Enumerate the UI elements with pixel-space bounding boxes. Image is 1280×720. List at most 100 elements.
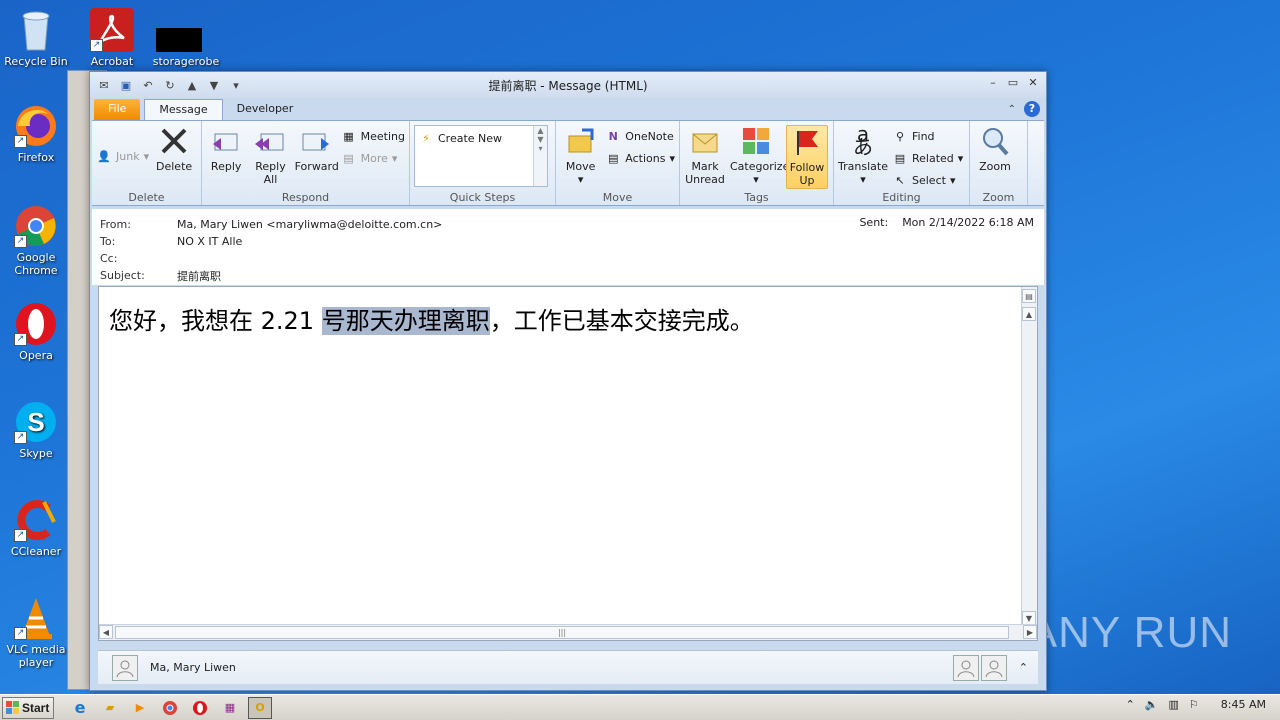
title-bar: ✉ ▣ ↶ ↻ ▲ ▼ ▾ 提前离职 - Message (HTML) – ▭ … — [90, 72, 1046, 98]
taskbar-explorer-icon[interactable]: ▰ — [98, 697, 122, 719]
related-button[interactable]: ▤ Related ▾ — [892, 149, 964, 167]
zoom-button[interactable]: Zoom — [974, 125, 1016, 189]
desktop-icon-ccleaner[interactable]: ↗ CCleaner — [0, 498, 72, 558]
tab-developer[interactable]: Developer — [223, 99, 308, 120]
action-center-flag-icon[interactable]: ⚐ — [1189, 698, 1199, 711]
select-button[interactable]: ↖ Select ▾ — [892, 171, 963, 189]
taskbar-opera-icon[interactable] — [188, 697, 212, 719]
desktop-icon-chrome[interactable]: ↗ Google Chrome — [0, 204, 72, 277]
reply-all-icon — [254, 125, 286, 157]
ribbon: 👤 Junk ▾ Delete Delete Reply Reply All F… — [92, 120, 1044, 206]
minimize-icon[interactable]: – — [986, 77, 1000, 89]
collapse-ribbon-icon[interactable]: ⌃ — [1008, 104, 1016, 115]
svg-text:S: S — [27, 407, 44, 437]
from-value[interactable]: Ma, Mary Liwen <maryliwma@deloitte.com.c… — [177, 218, 442, 231]
close-icon[interactable]: ✕ — [1026, 77, 1040, 89]
translate-icon: aあ — [853, 122, 873, 159]
more-button[interactable]: ▤ More ▾ — [341, 149, 405, 167]
group-zoom: Zoom Zoom — [970, 121, 1028, 205]
chrome-icon: ↗ — [14, 204, 58, 248]
acrobat-icon: ↗ — [90, 8, 134, 52]
scroll-right-icon[interactable]: ▶ — [1023, 625, 1037, 639]
quick-steps-scroll[interactable]: ▲ ▼ ▾ — [533, 126, 547, 186]
junk-button[interactable]: 👤 Junk ▾ — [96, 147, 149, 165]
scroll-up-icon[interactable]: ▲ — [1022, 307, 1036, 321]
tray-expand-icon[interactable]: ⌃ — [1126, 698, 1135, 711]
skype-icon: S ↗ — [14, 400, 58, 444]
desktop-icon-vlc[interactable]: ↗ VLC media player — [0, 596, 72, 669]
scroll-thumb[interactable]: ||| — [115, 626, 1009, 639]
desktop-icon-storagerobe[interactable]: storagerobe — [150, 8, 222, 68]
desktop-icon-skype[interactable]: S ↗ Skype — [0, 400, 72, 460]
taskbar: Start e ▰ ▶ ▦ O ⌃ 🔈 ▥ ⚐ 8:45 AM — [0, 694, 1280, 720]
desktop-icon-firefox[interactable]: ↗ Firefox — [0, 104, 72, 164]
actions-button[interactable]: ▤ Actions ▾ — [605, 149, 675, 167]
ribbon-tabs: File Message Developer ⌃ ? — [90, 98, 1046, 120]
start-button[interactable]: Start — [2, 696, 54, 719]
watermark: ANY RUN — [1027, 608, 1232, 657]
find-button[interactable]: ⚲ Find — [892, 127, 963, 145]
mark-unread-button[interactable]: Mark Unread — [684, 125, 726, 189]
meeting-button[interactable]: ▦ Meeting — [341, 127, 405, 145]
translate-button[interactable]: aあ Translate ▾ — [838, 122, 888, 189]
expand-people-pane-icon[interactable]: ⌃ — [1019, 661, 1028, 674]
subject-label: Subject: — [100, 269, 145, 282]
follow-up-button[interactable]: Follow Up — [786, 125, 828, 189]
reply-button[interactable]: Reply — [206, 125, 246, 189]
onenote-icon: N — [608, 129, 618, 143]
contact-avatar-2[interactable] — [980, 654, 1007, 681]
group-tags: Mark Unread Categorize ▾ Follow Up Tags — [680, 121, 834, 205]
desktop-icon-recycle-bin[interactable]: Recycle Bin — [0, 8, 72, 68]
message-text[interactable]: 您好，我想在 2.21 号那天办理离职，工作已基本交接完成。 — [109, 301, 754, 336]
reply-all-button[interactable]: Reply All — [250, 125, 290, 189]
avatar[interactable] — [112, 654, 138, 681]
people-pane-name[interactable]: Ma, Mary Liwen — [150, 661, 236, 674]
onenote-button[interactable]: N OneNote — [605, 127, 675, 145]
envelope-icon — [689, 125, 721, 157]
vertical-scrollbar[interactable]: ▤ ▲ ▼ — [1021, 287, 1037, 625]
taskbar-ie-icon[interactable]: e — [68, 697, 92, 719]
desktop-icon-acrobat[interactable]: ↗ Acrobat — [76, 8, 148, 68]
message-body[interactable]: 您好，我想在 2.21 号那天办理离职，工作已基本交接完成。 ▤ ▲ ▼ ◀ |… — [98, 286, 1038, 641]
desktop-icon-opera[interactable]: ↗ Opera — [0, 302, 72, 362]
vlc-icon: ↗ — [14, 596, 58, 640]
tab-message[interactable]: Message — [144, 99, 223, 120]
taskbar-media-player-icon[interactable]: ▶ — [128, 697, 152, 719]
subject-value: 提前离职 — [177, 269, 221, 283]
delete-button[interactable]: Delete — [153, 125, 195, 189]
group-quick-steps: ⚡ Create New ▲ ▼ ▾ Quick Steps — [410, 121, 556, 205]
network-icon[interactable]: ▥ — [1169, 698, 1179, 711]
taskbar-outlook-icon[interactable]: O — [248, 696, 272, 719]
sent-label: Sent: — [859, 216, 889, 229]
scroll-down-icon[interactable]: ▼ — [1022, 611, 1036, 625]
forward-button[interactable]: Forward — [295, 125, 339, 189]
firefox-icon: ↗ — [14, 104, 58, 148]
ruler-icon[interactable]: ▤ — [1022, 289, 1036, 303]
contact-avatar-1[interactable] — [952, 654, 979, 681]
from-label: From: — [100, 218, 131, 231]
flag-icon — [791, 126, 823, 158]
system-tray: ⌃ 🔈 ▥ ⚐ 8:45 AM — [1126, 698, 1274, 711]
scroll-left-icon[interactable]: ◀ — [99, 625, 113, 639]
move-folder-icon — [565, 125, 597, 157]
taskbar-chrome-icon[interactable] — [158, 697, 182, 719]
categorize-button[interactable]: Categorize ▾ — [730, 125, 789, 189]
maximize-icon[interactable]: ▭ — [1006, 77, 1020, 89]
volume-icon[interactable]: 🔈 — [1145, 698, 1159, 711]
create-new-quick-step[interactable]: ⚡ Create New — [418, 129, 544, 147]
ccleaner-icon: ↗ — [14, 498, 58, 542]
taskbar-winrar-icon[interactable]: ▦ — [218, 697, 242, 719]
sent-value: Mon 2/14/2022 6:18 AM — [902, 216, 1034, 229]
help-icon[interactable]: ? — [1024, 101, 1040, 117]
clock[interactable]: 8:45 AM — [1221, 698, 1266, 711]
group-editing: aあ Translate ▾ ⚲ Find ▤ Related ▾ ↖ Select… — [834, 121, 970, 205]
horizontal-scrollbar[interactable]: ◀ ||| ▶ — [99, 624, 1037, 640]
quick-steps-gallery[interactable]: ⚡ Create New ▲ ▼ ▾ — [414, 125, 548, 187]
move-button[interactable]: Move ▾ — [560, 125, 601, 189]
window-controls: – ▭ ✕ — [986, 77, 1040, 89]
magnifier-icon — [979, 125, 1011, 157]
tab-file[interactable]: File — [94, 99, 141, 120]
group-respond: Reply Reply All Forward ▦ Meeting ▤ More… — [202, 121, 410, 205]
to-label: To: — [100, 235, 116, 248]
to-value[interactable]: NO X IT Alle — [177, 235, 242, 248]
